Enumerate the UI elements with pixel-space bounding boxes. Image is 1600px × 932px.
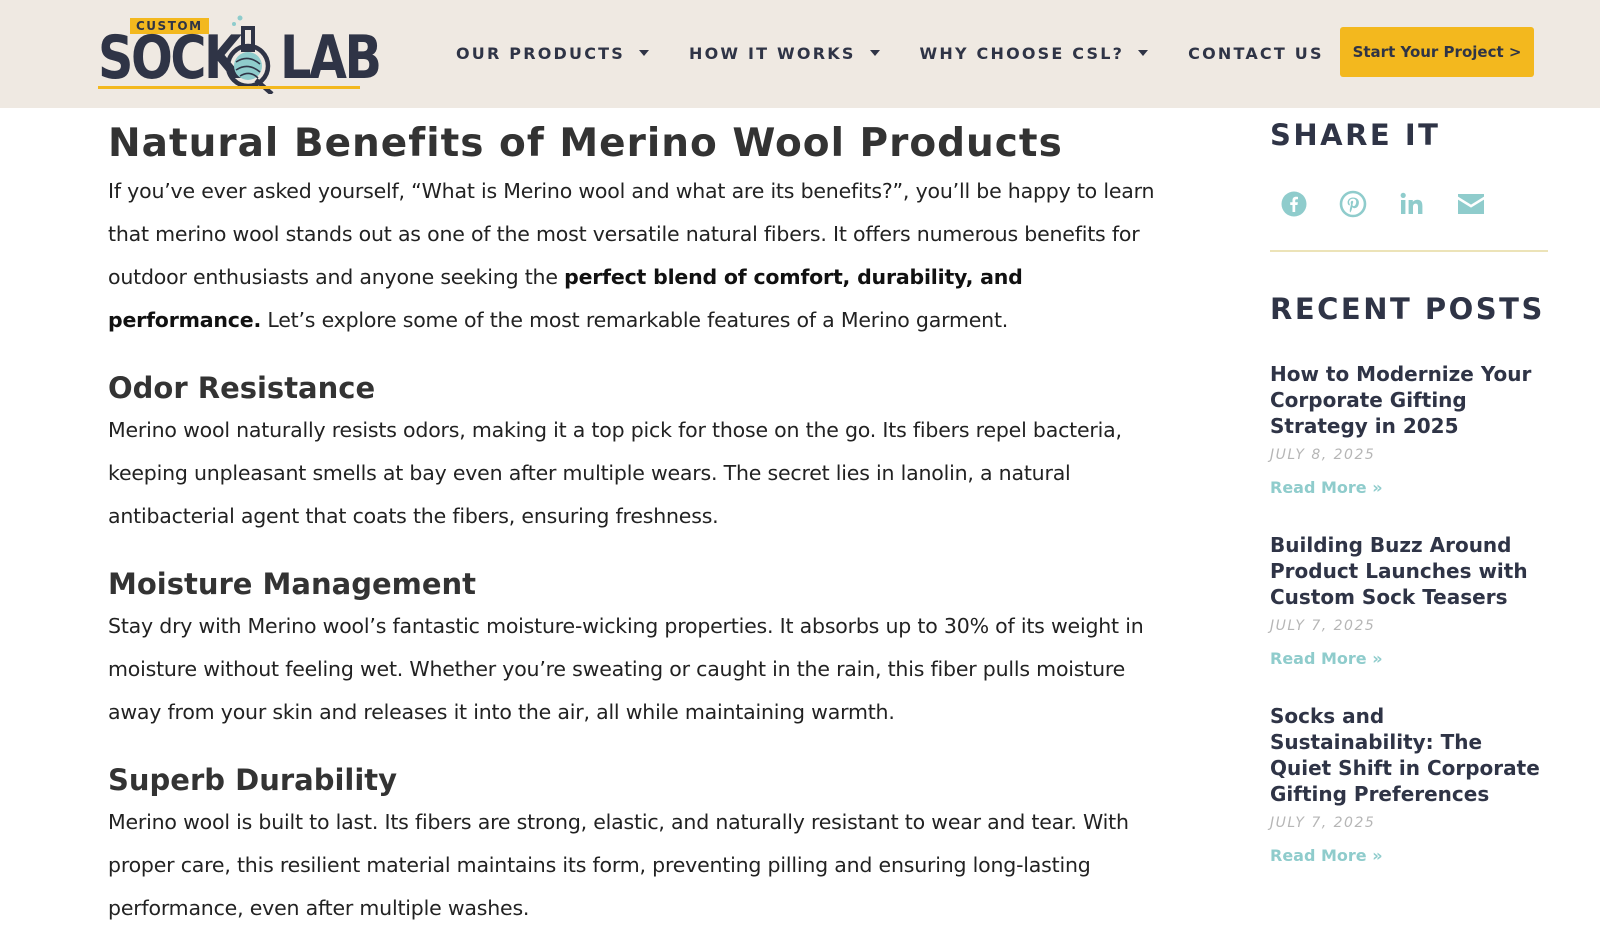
nav-label: CONTACT US [1188,43,1324,63]
page-title: Natural Benefits of Merino Wool Products [108,121,1063,166]
pinterest-icon[interactable] [1339,190,1367,218]
custom-sock-lab-logo[interactable]: CUSTOM SOCK LAB [98,10,382,94]
share-heading: SHARE IT [1270,118,1441,152]
start-your-project-button[interactable]: Start Your Project > [1340,27,1534,77]
post-date: JULY 7, 2025 [1270,618,1376,634]
caret-down-icon [869,50,880,56]
post-title-link[interactable]: Socks and Sustainability: The Quiet Shif… [1270,703,1548,807]
nav-our-products[interactable]: OUR PRODUCTS [456,44,649,63]
nav-label: HOW IT WORKS [689,43,856,63]
intro-paragraph: If you’ve ever asked yourself, “What is … [108,170,1168,342]
section-heading-durability: Superb Durability [108,763,398,797]
facebook-icon[interactable] [1280,190,1308,218]
read-more-link[interactable]: Read More » [1270,649,1548,668]
caret-down-icon [1138,50,1149,56]
flask-yarn-icon [226,15,274,94]
logo-underline [98,86,360,89]
article-content: Natural Benefits of Merino Wool Products… [108,120,1168,930]
recent-post-item: Socks and Sustainability: The Quiet Shif… [1270,703,1548,865]
section-body-odor: Merino wool naturally resists odors, mak… [108,418,1122,528]
post-title-link[interactable]: Building Buzz Around Product Launches wi… [1270,532,1548,610]
nav-label: OUR PRODUCTS [456,43,625,63]
section-body-moisture: Stay dry with Merino wool’s fantastic mo… [108,614,1144,724]
recent-post-item: Building Buzz Around Product Launches wi… [1270,532,1548,668]
read-more-link[interactable]: Read More » [1270,846,1548,865]
post-date: JULY 8, 2025 [1270,447,1376,463]
logo-word-lab: LAB [280,23,382,93]
section-heading-moisture: Moisture Management [108,567,477,601]
share-buttons [1280,190,1548,218]
nav-contact-us[interactable]: CONTACT US [1188,44,1324,63]
read-more-link[interactable]: Read More » [1270,478,1548,497]
logo-word-sock: SOCK [98,23,242,93]
email-icon[interactable] [1457,190,1485,218]
intro-text-end: Let’s explore some of the most remarkabl… [261,308,1009,332]
recent-post-item: How to Modernize Your Corporate Gifting … [1270,361,1548,497]
nav-why-choose-csl[interactable]: WHY CHOOSE CSL? [920,44,1149,63]
nav-how-it-works[interactable]: HOW IT WORKS [689,44,880,63]
recent-posts-heading: RECENT POSTS [1270,292,1545,326]
site-header: CUSTOM SOCK LAB OUR PRODUCTS HOW IT WORK… [0,0,1600,108]
sidebar-divider [1270,250,1548,252]
linkedin-icon[interactable] [1398,190,1426,218]
section-heading-odor: Odor Resistance [108,371,376,405]
main-navigation: OUR PRODUCTS HOW IT WORKS WHY CHOOSE CSL… [456,42,1364,64]
section-body-durability: Merino wool is built to last. Its fibers… [108,810,1129,920]
sidebar: SHARE IT RECENT POSTS How to Modernize Y… [1270,118,1548,865]
caret-down-icon [639,50,649,56]
post-date: JULY 7, 2025 [1270,815,1376,831]
nav-label: WHY CHOOSE CSL? [919,43,1125,63]
post-title-link[interactable]: How to Modernize Your Corporate Gifting … [1270,361,1548,439]
